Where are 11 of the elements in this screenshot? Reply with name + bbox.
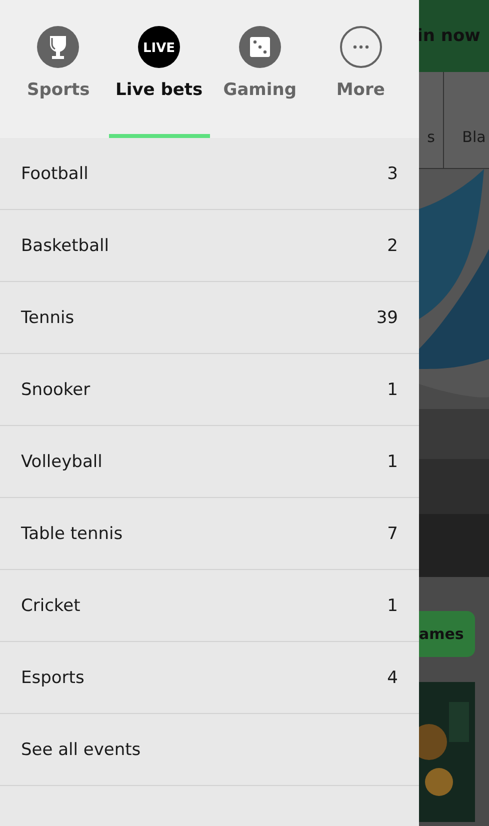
live-icon: LIVE [138, 26, 180, 68]
tab[interactable]: Sports [8, 0, 109, 138]
tab[interactable]: More [310, 0, 411, 138]
tab[interactable]: Gaming [210, 0, 310, 138]
tab[interactable]: LIVE Live bets [108, 0, 210, 138]
more-icon [340, 26, 382, 68]
trophy-icon [37, 26, 80, 68]
dice-icon [238, 26, 281, 68]
games-button[interactable]: ames [419, 610, 475, 657]
banner-strip [419, 458, 489, 514]
dark-bar [419, 514, 489, 577]
